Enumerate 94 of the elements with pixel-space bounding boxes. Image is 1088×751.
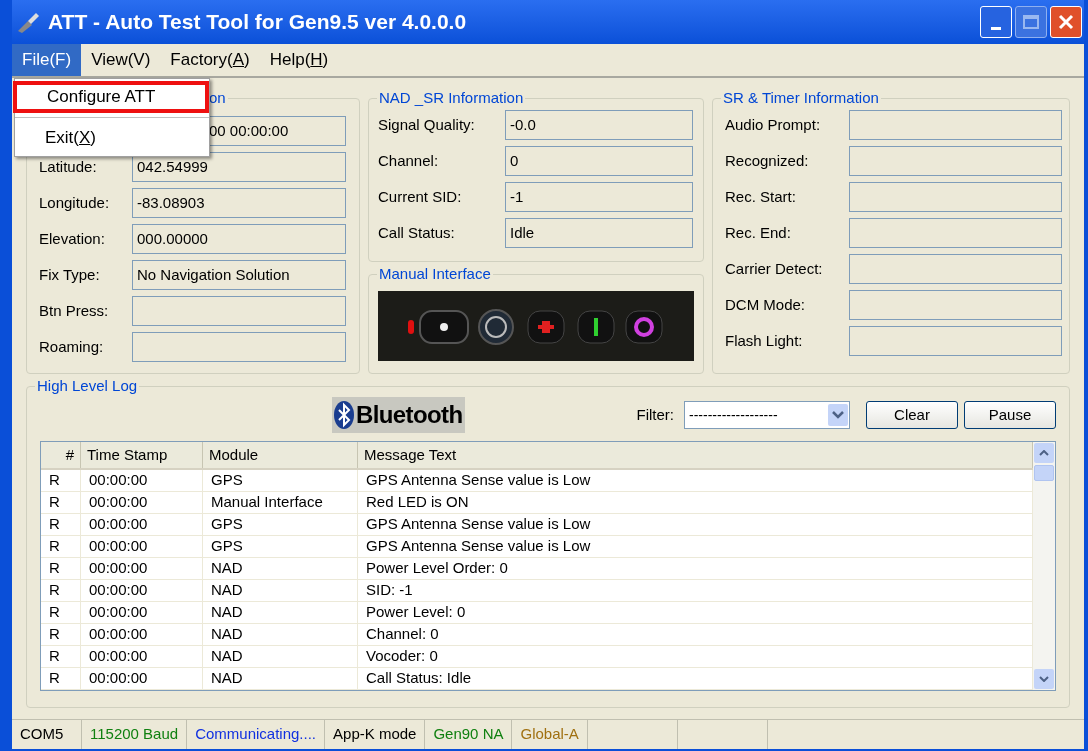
field-label: Btn Press: bbox=[39, 300, 110, 321]
table-cell: R bbox=[41, 558, 81, 579]
table-cell: R bbox=[41, 470, 81, 491]
table-cell: NAD bbox=[203, 580, 358, 601]
field-label: Signal Quality: bbox=[378, 114, 476, 135]
table-cell: 00:00:00 bbox=[81, 668, 203, 689]
caret-icon bbox=[828, 404, 848, 426]
field-label: Carrier Detect: bbox=[725, 258, 824, 279]
table-cell: R bbox=[41, 624, 81, 645]
maximize-button[interactable] bbox=[1015, 6, 1047, 38]
table-cell: NAD bbox=[203, 602, 358, 623]
field-label: Audio Prompt: bbox=[725, 114, 822, 135]
readonly-field[interactable]: 0 bbox=[505, 146, 693, 176]
scroll-up-icon[interactable] bbox=[1039, 450, 1049, 456]
readonly-field[interactable]: 042.54999 bbox=[132, 152, 346, 182]
menu-entry[interactable]: Configure ATT bbox=[13, 81, 209, 113]
readonly-field[interactable] bbox=[849, 146, 1062, 176]
table-cell: 00:00:00 bbox=[81, 558, 203, 579]
table-cell: R bbox=[41, 536, 81, 557]
field-label: Current SID: bbox=[378, 186, 463, 207]
tool-icon bbox=[16, 11, 40, 33]
table-cell: 00:00:00 bbox=[81, 470, 203, 491]
table-cell: GPS bbox=[203, 470, 358, 491]
table-cell: 00:00:00 bbox=[81, 624, 203, 645]
readonly-field[interactable]: No Navigation Solution bbox=[132, 260, 346, 290]
table-cell: 00:00:00 bbox=[81, 536, 203, 557]
readonly-field[interactable] bbox=[849, 110, 1062, 140]
close-button[interactable] bbox=[1050, 6, 1082, 38]
table-cell: GPS bbox=[203, 536, 358, 557]
readonly-field[interactable]: 000.00000 bbox=[132, 224, 346, 254]
field-label: Call Status: bbox=[378, 222, 456, 243]
menu-item[interactable]: View(V) bbox=[81, 44, 161, 76]
field-label: Rec. End: bbox=[725, 222, 792, 243]
field-label: Rec. Start: bbox=[725, 186, 797, 207]
readonly-field[interactable]: -1 bbox=[505, 182, 693, 212]
readonly-field[interactable]: -0.0 bbox=[505, 110, 693, 140]
filter-label: Filter: bbox=[636, 404, 674, 425]
field-label: Elevation: bbox=[39, 228, 106, 249]
status-text: Global-A bbox=[512, 720, 588, 749]
menu-item[interactable]: Help(H) bbox=[259, 44, 339, 76]
field-label: DCM Mode: bbox=[725, 294, 807, 315]
table-cell: R bbox=[41, 602, 81, 623]
close-icon bbox=[1057, 13, 1075, 31]
readonly-field[interactable] bbox=[849, 326, 1062, 356]
status-text: Gen90 NA bbox=[425, 720, 513, 749]
table-cell: NAD bbox=[203, 558, 358, 579]
field-label: Roaming: bbox=[39, 336, 105, 357]
readonly-field[interactable]: Idle bbox=[505, 218, 693, 248]
readonly-field[interactable] bbox=[132, 332, 346, 362]
readonly-field[interactable] bbox=[849, 290, 1062, 320]
log-button[interactable]: Pause bbox=[964, 401, 1056, 429]
table-cell: 00:00:00 bbox=[81, 492, 203, 513]
window-title: ATT - Auto Test Tool for Gen9.5 ver 4.0.0.0 bbox=[48, 9, 467, 36]
table-cell: R bbox=[41, 492, 81, 513]
readonly-field[interactable] bbox=[849, 254, 1062, 284]
field-label: Recognized: bbox=[725, 150, 810, 171]
status-text: App-K mode bbox=[325, 720, 426, 749]
readonly-field[interactable] bbox=[849, 218, 1062, 248]
bluetooth-logo: Bluetooth bbox=[331, 397, 465, 433]
table-cell: R bbox=[41, 514, 81, 535]
readonly-field[interactable] bbox=[849, 182, 1062, 212]
scrollbar[interactable] bbox=[1033, 442, 1055, 690]
table-cell: Manual Interface bbox=[203, 492, 358, 513]
field-label: Latitude: bbox=[39, 156, 98, 177]
column-header[interactable]: Time Stamp bbox=[81, 442, 203, 468]
table-cell: R bbox=[41, 668, 81, 689]
column-header[interactable]: Module bbox=[203, 442, 358, 468]
menu-item[interactable]: File(F) bbox=[12, 44, 82, 76]
status-text: COM5 bbox=[12, 720, 82, 749]
field-label: Channel: bbox=[378, 150, 440, 171]
table-cell: 00:00:00 bbox=[81, 602, 203, 623]
table-cell: 00:00:00 bbox=[81, 646, 203, 667]
field-label: Fix Type: bbox=[39, 264, 101, 285]
table-cell: R bbox=[41, 580, 81, 601]
table-cell: NAD bbox=[203, 646, 358, 667]
scroll-down-icon[interactable] bbox=[1039, 676, 1049, 682]
readonly-field[interactable]: -83.08903 bbox=[132, 188, 346, 218]
status-text: Communicating.... bbox=[187, 720, 326, 749]
field-label: Longitude: bbox=[39, 192, 111, 213]
table-cell: R bbox=[41, 646, 81, 667]
table-cell: 00:00:00 bbox=[81, 514, 203, 535]
table-cell: GPS bbox=[203, 514, 358, 535]
menu-item[interactable]: Factory(A) bbox=[160, 44, 260, 76]
column-header[interactable]: # bbox=[41, 442, 81, 468]
scroll-thumb[interactable] bbox=[1034, 465, 1054, 481]
table-cell: NAD bbox=[203, 668, 358, 689]
status-text: 115200 Baud bbox=[82, 720, 188, 749]
readonly-field[interactable] bbox=[132, 296, 346, 326]
table-cell: 00:00:00 bbox=[81, 580, 203, 601]
table-cell: NAD bbox=[203, 624, 358, 645]
field-label: Flash Light: bbox=[725, 330, 804, 351]
minimize-button[interactable] bbox=[980, 6, 1012, 38]
filter-dropdown[interactable]: ------------------- bbox=[684, 401, 850, 429]
log-button[interactable]: Clear bbox=[866, 401, 958, 429]
